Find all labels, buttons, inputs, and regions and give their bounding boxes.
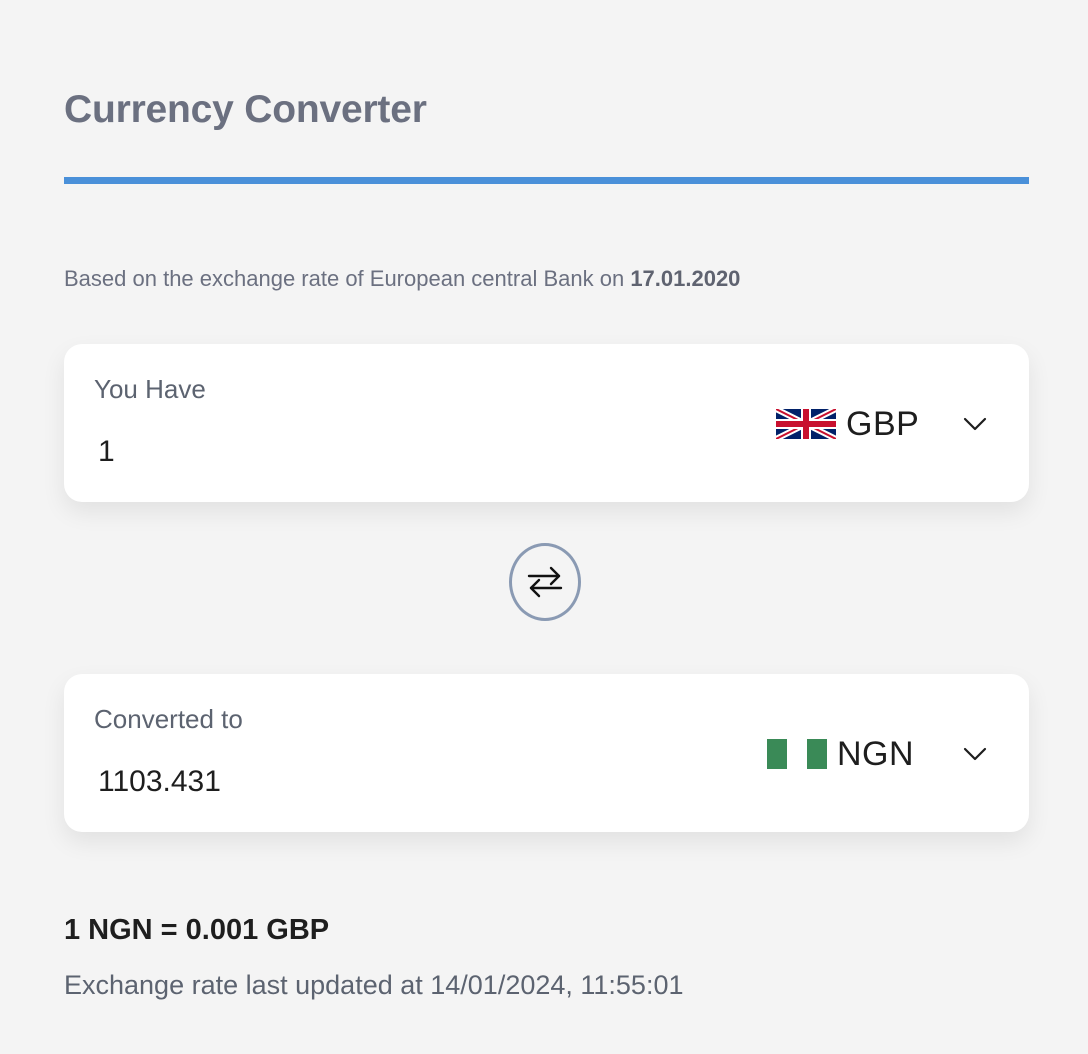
chevron-down-icon[interactable] (961, 740, 989, 768)
chevron-down-icon[interactable] (961, 410, 989, 438)
to-currency-code: NGN (837, 734, 915, 773)
title-underline (64, 177, 1029, 184)
last-updated-text: Exchange rate last updated at 14/01/2024… (64, 970, 684, 1000)
rate-source-date: 17.01.2020 (630, 266, 741, 291)
currency-converter-page: Currency Converter Based on the exchange… (0, 0, 1088, 1054)
swap-currencies-button[interactable] (509, 543, 581, 621)
from-amount-label: You Have (94, 374, 206, 404)
swap-arrows-icon (527, 566, 563, 598)
from-currency-code: GBP (846, 404, 920, 443)
from-currency-select[interactable]: GBP (776, 404, 919, 444)
nigeria-flag-icon (767, 739, 827, 769)
rate-source-text: Based on the exchange rate of European c… (64, 266, 740, 292)
to-amount-label: Converted to (94, 704, 243, 734)
exchange-rate-text: 1 NGN = 0.001 GBP (64, 914, 330, 946)
from-currency-card: You Have GBP (64, 344, 1029, 502)
rate-source-prefix: Based on the exchange rate of European c… (64, 266, 625, 291)
to-currency-select[interactable]: NGN (767, 734, 914, 774)
from-amount-input[interactable] (94, 430, 654, 474)
page-title: Currency Converter (64, 88, 427, 131)
to-currency-card: Converted to NGN (64, 674, 1029, 832)
to-amount-output[interactable] (94, 760, 654, 804)
uk-flag-icon (776, 409, 836, 439)
